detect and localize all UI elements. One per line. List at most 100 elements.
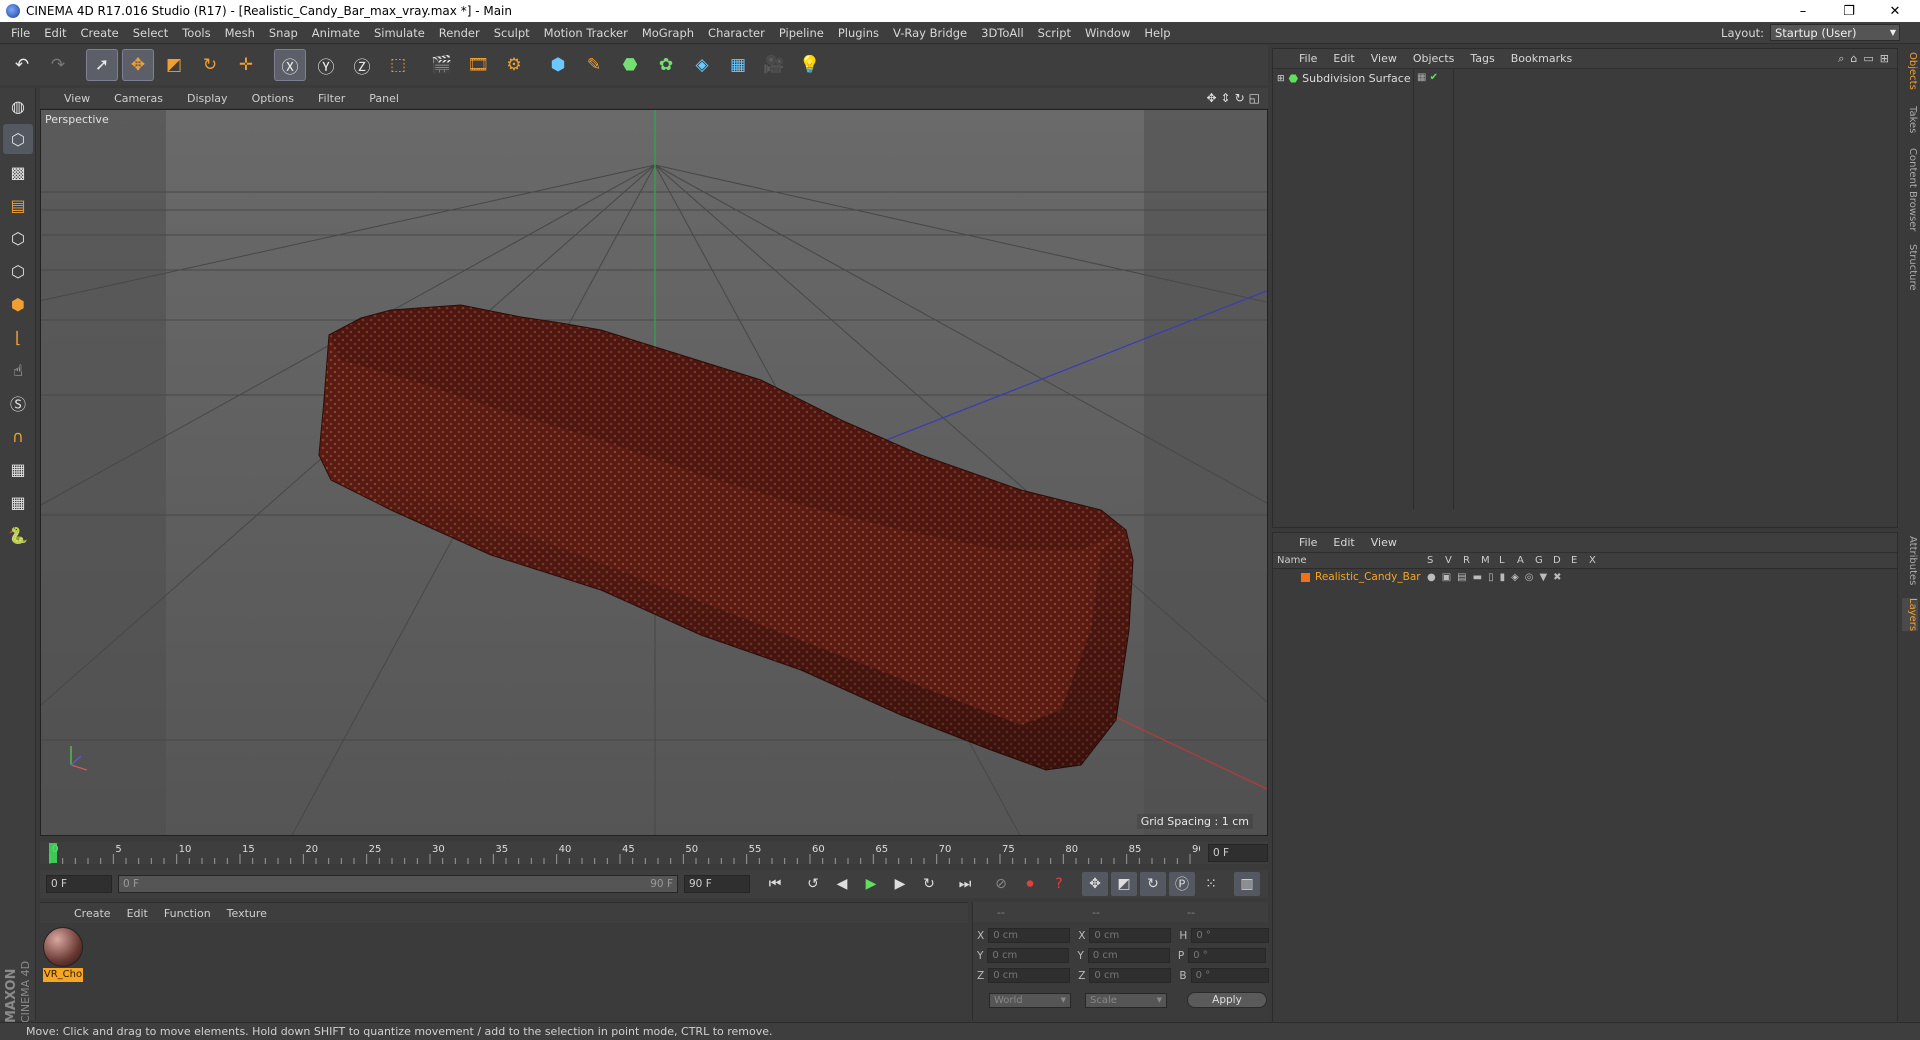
menu-3dtoall[interactable]: 3DToAll [974,26,1031,40]
python-icon[interactable]: 🐍 [3,520,33,550]
object-menu-view[interactable]: View [1363,52,1405,65]
menu-mesh[interactable]: Mesh [218,26,262,40]
playhead[interactable] [49,843,57,863]
texture-mode-button[interactable]: ▩ [3,157,33,187]
object-menu-objects[interactable]: Objects [1405,52,1463,65]
expand-icon[interactable]: ⊞ [1880,52,1889,66]
object-visibility-icons[interactable]: ▦ ✔ [1417,72,1438,83]
menu-sculpt[interactable]: Sculpt [487,26,537,40]
axis-mode-button[interactable]: ⌊ [3,322,33,352]
x-axis-lock[interactable]: Ⓧ [274,49,306,81]
viewport-menu-view[interactable]: View [52,92,102,105]
polygons-mode-button[interactable]: ⬢ [3,289,33,319]
viewport-menu-panel[interactable]: Panel [357,92,411,105]
orbit-icon[interactable]: ↻ [1235,91,1245,105]
floor-button[interactable]: ▦ [722,49,754,81]
menu-help[interactable]: Help [1137,26,1177,40]
perspective-viewport[interactable]: Perspective Grid Spacing : 1 cm [40,109,1268,836]
apply-button[interactable]: Apply [1187,992,1267,1008]
viewport-menu-options[interactable]: Options [240,92,306,105]
layer-menu-edit[interactable]: Edit [1325,536,1362,549]
side-tab-attributes[interactable]: Attributes [1902,536,1918,585]
viewport-menu-display[interactable]: Display [175,92,240,105]
layer-menu-file[interactable]: File [1291,536,1325,549]
menu-edit[interactable]: Edit [37,26,73,40]
side-tab-content-browser[interactable]: Content Browser [1902,148,1918,231]
size-x-field[interactable]: 0 cm [1089,928,1172,943]
menu-plugins[interactable]: Plugins [831,26,886,40]
menu-script[interactable]: Script [1031,26,1078,40]
menu-vray-bridge[interactable]: V-Ray Bridge [886,26,974,40]
side-tab-layers[interactable]: Layers [1902,598,1918,632]
timeline-ruler[interactable]: 051015202530354045505560657075808590 0 F [40,842,1268,864]
go-to-end-button[interactable]: ⏭ [952,872,978,896]
pan-icon[interactable]: ✥ [1206,91,1216,105]
object-row[interactable]: ⊞ ⬣ Subdivision Surface [1277,72,1411,85]
layer-menu-view[interactable]: View [1363,536,1405,549]
coord-system-select[interactable]: World ▼ [989,992,1071,1008]
new-view-icon[interactable]: ▭ [1863,52,1873,66]
size-z-field[interactable]: 0 cm [1089,968,1172,983]
coordinate-system-button[interactable]: ⬚ [382,49,414,81]
planar-workplane-button[interactable]: ▦ [3,487,33,517]
menu-snap[interactable]: Snap [262,26,305,40]
previous-key-button[interactable]: ↺ [800,872,826,896]
object-menu-file[interactable]: File [1291,52,1325,65]
current-frame-field[interactable]: 0 F [1208,844,1268,862]
render-view-button[interactable]: 🎬 [426,49,458,81]
rotation-p-field[interactable]: 0 ° [1188,948,1267,963]
expand-icon[interactable]: ⊞ [1277,74,1285,84]
y-axis-lock[interactable]: Ⓨ [310,49,342,81]
scale-tool[interactable]: ◩ [158,49,190,81]
side-tab-objects[interactable]: Objects [1902,52,1918,90]
end-frame-field[interactable]: 90 F [684,875,750,893]
layout-select[interactable]: Startup (User) ▼ [1770,24,1900,41]
menu-animate[interactable]: Animate [305,26,367,40]
menu-render[interactable]: Render [432,26,487,40]
z-axis-lock[interactable]: Ⓩ [346,49,378,81]
live-selection-tool[interactable]: ➚ [86,49,118,81]
edges-mode-button[interactable]: ⬡ [3,256,33,286]
object-menu-bookmarks[interactable]: Bookmarks [1503,52,1580,65]
next-key-button[interactable]: ↻ [916,872,942,896]
position-z-field[interactable]: 0 cm [988,968,1071,983]
object-menu-tags[interactable]: Tags [1462,52,1502,65]
menu-window[interactable]: Window [1078,26,1137,40]
maximize-button[interactable]: ❐ [1826,0,1872,22]
lock-workplane-button[interactable]: ▦ [3,454,33,484]
side-tab-takes[interactable]: Takes [1902,106,1918,133]
menu-character[interactable]: Character [701,26,772,40]
rotate-tool[interactable]: ↻ [194,49,226,81]
zoom-icon[interactable]: ⇕ [1221,91,1231,105]
render-settings-button[interactable]: ⚙ [498,49,530,81]
layer-row[interactable]: Realistic_Candy_Bar ●▣▤▬▯▮◈◎▼✖ [1273,569,1897,585]
key-rotation-button[interactable]: ↻ [1140,872,1166,896]
magnet-button[interactable]: ∩ [3,421,33,451]
material-menu-edit[interactable]: Edit [119,907,156,920]
undo-button[interactable]: ↶ [6,49,38,81]
object-menu-edit[interactable]: Edit [1325,52,1362,65]
minimize-button[interactable]: – [1780,0,1826,22]
search-icon[interactable]: ⌕ [1838,52,1844,66]
start-frame-field[interactable]: 0 F [46,875,112,893]
size-y-field[interactable]: 0 cm [1087,948,1170,963]
menu-tools[interactable]: Tools [175,26,217,40]
home-icon[interactable]: ⌂ [1850,52,1857,66]
motion-record-button[interactable]: ⊘ [988,872,1014,896]
key-point-level-button[interactable]: ⁙ [1198,872,1224,896]
material-menu-create[interactable]: Create [66,907,119,920]
frame-range-slider[interactable]: 0 F 90 F [118,875,678,893]
tweak-mode-button[interactable]: ☝ [3,355,33,385]
position-y-field[interactable]: 0 cm [987,948,1070,963]
previous-frame-button[interactable]: ◀ [829,872,855,896]
play-button[interactable]: ▶ [858,872,884,896]
menu-file[interactable]: File [4,26,37,40]
menu-select[interactable]: Select [126,26,175,40]
side-tab-structure[interactable]: Structure [1902,244,1918,291]
key-parameter-button[interactable]: Ⓟ [1169,872,1195,896]
cube-primitive-button[interactable]: ⬢ [542,49,574,81]
key-scale-button[interactable]: ◩ [1111,872,1137,896]
menu-simulate[interactable]: Simulate [367,26,432,40]
deformer-button[interactable]: ◈ [686,49,718,81]
make-editable-button[interactable]: ◍ [3,91,33,121]
